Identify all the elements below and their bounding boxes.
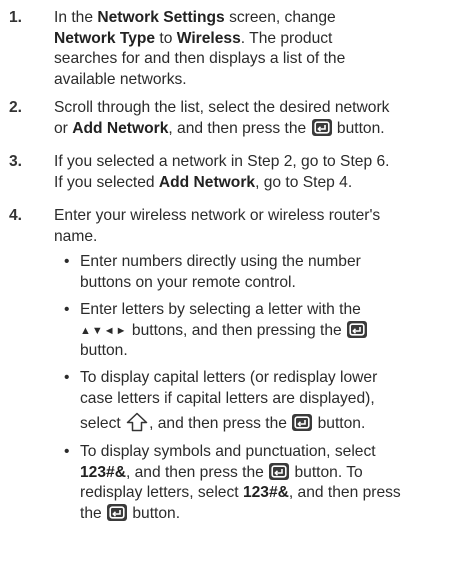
- step-number: 1.: [9, 9, 23, 26]
- text-run: button.: [336, 119, 385, 137]
- bullet-text: To display capital letters (or redisplay…: [80, 368, 439, 439]
- text-run: to: [155, 29, 177, 47]
- enter-button-icon: [292, 414, 313, 431]
- step-text: If you selected a network in Step 2, go …: [54, 152, 439, 193]
- text-run: select: [80, 415, 121, 432]
- text-line: To display symbols and punctuation, sele…: [80, 443, 376, 460]
- text-run: , and then press the: [168, 119, 307, 137]
- enter-button-icon: [311, 118, 332, 136]
- text-run: , and then press: [288, 484, 401, 501]
- text-run: , go to Step 4.: [255, 173, 353, 191]
- ui-term-add-network: Add Network: [158, 173, 256, 191]
- ui-term-wireless: Wireless: [176, 29, 241, 47]
- text-line: searches for and then displays a list of…: [54, 50, 346, 67]
- text-run: redisplay letters, select: [80, 484, 243, 501]
- text-run: , and then press the: [149, 415, 287, 432]
- bullet-text: Enter letters by selecting a letter with…: [80, 300, 439, 362]
- shift-arrow-icon: [126, 412, 148, 439]
- ui-term-add-network: Add Network: [72, 119, 169, 137]
- bullet-dot: •: [64, 253, 70, 270]
- text-run: the: [80, 504, 102, 522]
- enter-button-icon: [107, 503, 128, 521]
- ui-term-network-type: Network Type: [54, 29, 156, 47]
- text-line: To display capital letters (or redisplay…: [80, 369, 378, 386]
- ui-term-network-settings: Network Settings: [97, 9, 225, 26]
- bullet-dot: •: [64, 369, 70, 386]
- ui-term-symbols-key: 123#&: [80, 463, 126, 481]
- text-run: screen, change: [224, 9, 336, 26]
- text-line: Enter letters by selecting a letter with…: [80, 301, 361, 318]
- step-number: 2.: [9, 99, 23, 116]
- bullet-text: To display symbols and punctuation, sele…: [80, 442, 439, 524]
- bullet-dot: •: [64, 443, 70, 460]
- text-run: or: [54, 119, 73, 137]
- text-run: button. To: [294, 463, 363, 481]
- bullet-text: Enter numbers directly using the number …: [80, 252, 439, 293]
- text-run: In the: [54, 9, 98, 26]
- step-text: In the Network Settings screen, change N…: [54, 8, 439, 90]
- text-line: case letters if capital letters are disp…: [80, 389, 375, 407]
- text-line: name.: [54, 227, 98, 245]
- text-line: button.: [80, 342, 128, 359]
- text-run: buttons, and then pressing the: [127, 321, 342, 339]
- text-line: If you selected a network in Step 2, go …: [54, 153, 390, 170]
- text-run: button.: [317, 415, 366, 432]
- text-line: buttons on your remote control.: [80, 273, 296, 291]
- text-line: available networks.: [54, 70, 187, 88]
- step-text: Scroll through the list, select the desi…: [54, 98, 439, 139]
- step-number: 3.: [9, 153, 23, 170]
- bullet-dot: •: [64, 301, 70, 318]
- text-line: Scroll through the list, select the desi…: [54, 99, 390, 116]
- step-text: Enter your wireless network or wireless …: [54, 206, 439, 247]
- text-run: button.: [132, 504, 181, 522]
- text-run: If you selected: [54, 173, 159, 191]
- ui-term-symbols-key: 123#&: [242, 484, 289, 501]
- enter-button-icon: [347, 320, 368, 338]
- enter-button-icon: [269, 462, 290, 480]
- direction-arrows-icon: ▲▼◄►: [80, 324, 128, 337]
- text-run: , and then press the: [125, 463, 264, 481]
- text-run: . The product: [240, 29, 333, 47]
- text-line: Enter your wireless network or wireless …: [54, 207, 381, 224]
- step-number: 4.: [9, 207, 23, 224]
- text-line: Enter numbers directly using the number: [80, 253, 361, 270]
